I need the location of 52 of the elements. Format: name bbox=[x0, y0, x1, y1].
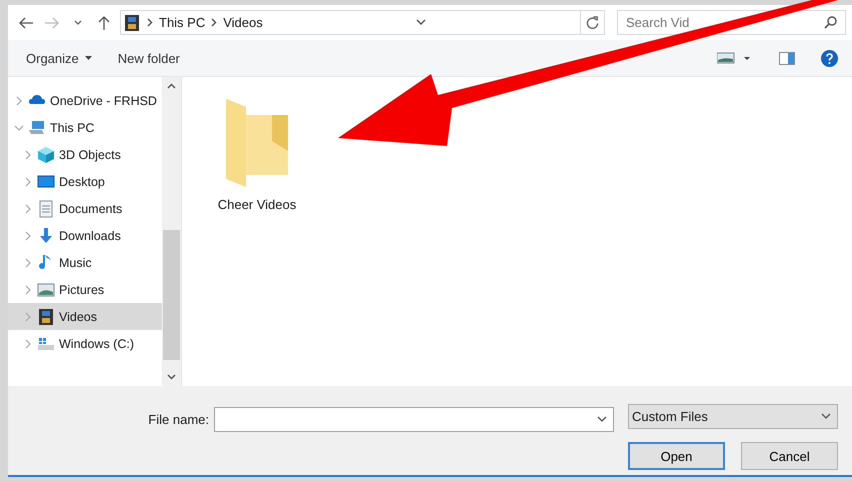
expand-chevron-icon[interactable] bbox=[14, 96, 24, 106]
expand-chevron-icon[interactable] bbox=[23, 258, 33, 268]
file-name-label: File name: bbox=[148, 412, 209, 426]
computer-icon bbox=[28, 118, 46, 136]
collapse-chevron-icon[interactable] bbox=[14, 122, 24, 132]
scrollbar[interactable] bbox=[162, 77, 181, 386]
navigation-item[interactable]: Desktop bbox=[8, 168, 162, 195]
expand-chevron-icon[interactable] bbox=[23, 230, 33, 240]
breadcrumb-separator-icon bbox=[147, 18, 153, 27]
toolbar-button[interactable]: Organize bbox=[18, 46, 100, 70]
cube-icon bbox=[37, 146, 55, 164]
dropdown-chevron-icon[interactable] bbox=[821, 413, 831, 420]
scroll-down-icon[interactable] bbox=[167, 374, 176, 380]
navigation-item[interactable]: Pictures bbox=[8, 276, 162, 303]
refresh-icon[interactable] bbox=[586, 16, 599, 29]
navigation-item[interactable]: This PC bbox=[8, 114, 162, 141]
expand-chevron-icon[interactable] bbox=[23, 284, 33, 294]
open-button[interactable]: Open bbox=[628, 442, 725, 470]
preview-pane-icon[interactable] bbox=[779, 52, 795, 64]
scroll-up-icon[interactable] bbox=[167, 83, 176, 89]
view-options-icon[interactable] bbox=[717, 52, 751, 64]
navigation-item[interactable]: 3D Objects bbox=[8, 141, 162, 168]
search-icon[interactable] bbox=[824, 16, 837, 29]
expand-chevron-icon[interactable] bbox=[23, 204, 33, 214]
desktop-icon bbox=[37, 172, 55, 190]
navigation-item[interactable]: Documents bbox=[8, 195, 162, 222]
expand-chevron-icon[interactable] bbox=[23, 150, 33, 160]
expand-chevron-icon[interactable] bbox=[23, 338, 33, 348]
toolbar-button[interactable]: New folder bbox=[110, 46, 188, 70]
folder-item[interactable]: Cheer Videos bbox=[212, 95, 302, 212]
dropdown-caret-icon[interactable] bbox=[84, 56, 92, 60]
file-name-field[interactable] bbox=[214, 406, 614, 432]
document-icon bbox=[37, 200, 55, 218]
navigation-item[interactable]: Videos bbox=[8, 303, 162, 330]
expand-chevron-icon[interactable] bbox=[23, 176, 33, 186]
cancel-button[interactable]: Cancel bbox=[741, 442, 838, 470]
file-type-dropdown[interactable]: Custom Files bbox=[628, 404, 838, 429]
address-bar[interactable]: This PC Videos bbox=[120, 10, 605, 35]
breadcrumb[interactable]: This PC bbox=[159, 15, 206, 30]
help-icon[interactable] bbox=[821, 50, 838, 66]
navigation-item[interactable]: Downloads bbox=[8, 222, 162, 249]
navigation-item[interactable]: OneDrive - FRHSD bbox=[8, 87, 162, 114]
picture-icon bbox=[37, 280, 55, 298]
download-arrow-icon bbox=[37, 226, 55, 244]
navigation-item[interactable]: Windows (C:) bbox=[8, 330, 162, 357]
film-icon bbox=[123, 14, 141, 32]
breadcrumb[interactable]: Videos bbox=[223, 15, 263, 30]
film-icon bbox=[37, 308, 55, 326]
breadcrumb-separator-icon bbox=[211, 18, 218, 27]
dropdown-chevron-icon[interactable] bbox=[597, 416, 607, 422]
dropdown-chevron-icon[interactable] bbox=[416, 19, 426, 26]
navigation-item[interactable]: Music bbox=[8, 249, 162, 276]
